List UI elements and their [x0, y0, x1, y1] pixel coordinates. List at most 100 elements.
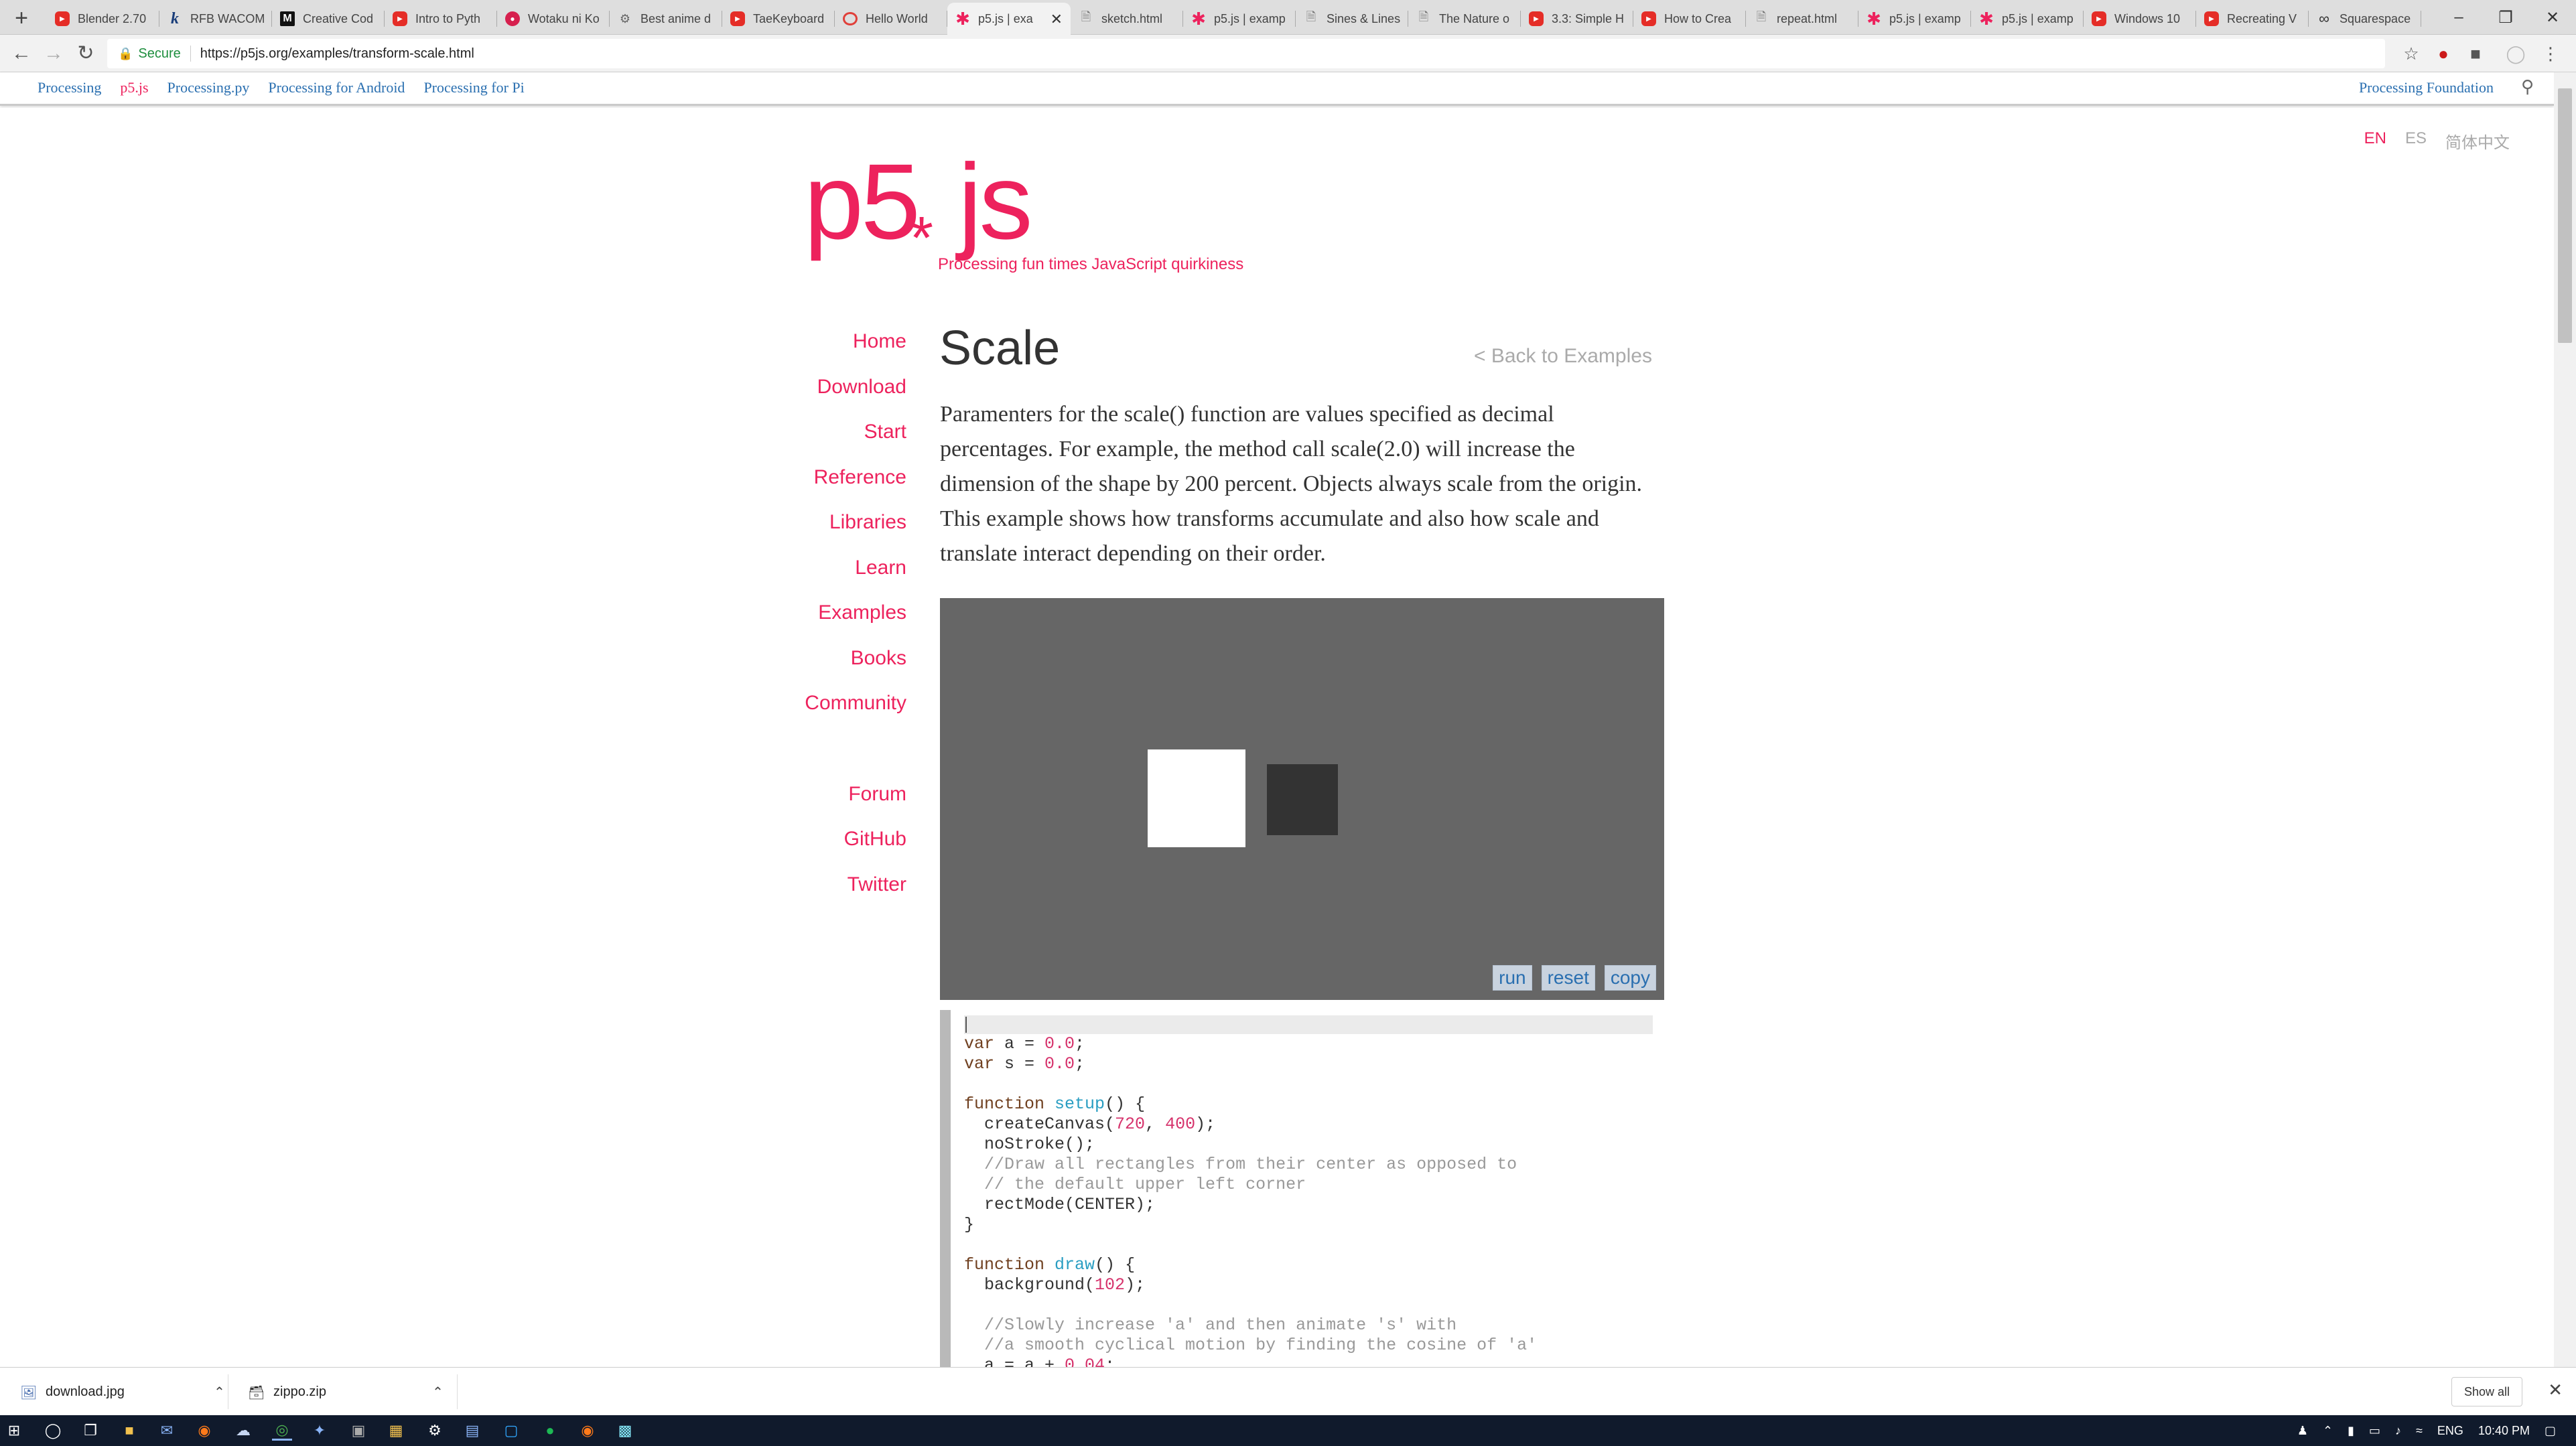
browser-tab[interactable]: 🗎 sketch.html — [1071, 3, 1183, 35]
scrollbar-thumb[interactable] — [2558, 88, 2572, 343]
settings-gear-icon[interactable]: ⚙ — [425, 1421, 445, 1441]
notification-icon[interactable]: ▢ — [2545, 1424, 2556, 1438]
page-scrollbar[interactable] — [2554, 72, 2576, 1367]
close-icon[interactable]: ✕ — [2548, 1380, 2563, 1400]
app-icon[interactable]: ▤ — [462, 1421, 482, 1441]
browser-tab[interactable]: ∞ Squarespace — [2309, 3, 2421, 35]
nav-item[interactable]: Examples — [805, 601, 906, 647]
nav-item[interactable]: Download — [805, 376, 906, 421]
browser-tab[interactable]: M Creative Cod — [272, 3, 385, 35]
browser-tab[interactable]: 🗎 Sines & Lines — [1296, 3, 1408, 35]
extension-icon[interactable]: ■ — [2463, 42, 2488, 66]
back-to-examples-link[interactable]: < Back to Examples — [1474, 345, 1652, 368]
browser-tab[interactable]: ✱ p5.js | examp — [1858, 3, 1971, 35]
profile-avatar-icon[interactable]: ◯ — [2504, 42, 2528, 66]
language-indicator[interactable]: ENG — [2437, 1424, 2463, 1438]
reset-button[interactable]: reset — [1541, 965, 1595, 991]
nav-item[interactable]: Home — [805, 330, 906, 376]
volume-icon[interactable]: ♪ — [2395, 1424, 2401, 1438]
browser-tab[interactable]: ▶ 3.3: Simple H — [1521, 3, 1633, 35]
minimize-icon[interactable]: – — [2435, 0, 2482, 35]
steam-like-icon[interactable]: ☁ — [233, 1421, 253, 1441]
windows-start-icon[interactable]: ⊞ — [4, 1421, 24, 1441]
language-option[interactable]: 简体中文 — [2445, 129, 2510, 153]
processing-link[interactable]: Processing — [38, 79, 101, 96]
app-icon[interactable]: ▩ — [615, 1421, 635, 1441]
run-button[interactable]: run — [1493, 965, 1532, 991]
processing-link[interactable]: Processing for Android — [268, 79, 405, 96]
search-icon[interactable]: ⚲ — [2521, 76, 2534, 97]
blender-icon[interactable]: ◉ — [578, 1421, 598, 1441]
file-explorer-icon[interactable]: ■ — [119, 1421, 139, 1441]
browser-tab[interactable]: Hello World — [835, 3, 947, 35]
browser-tab[interactable]: ▶ Intro to Pyth — [385, 3, 497, 35]
browser-tab[interactable]: ✱ p5.js | examp — [1183, 3, 1296, 35]
new-tab-icon[interactable]: + — [9, 7, 33, 31]
cortana-search-icon[interactable]: ◯ — [43, 1421, 63, 1441]
steam-icon[interactable]: ✦ — [310, 1421, 330, 1441]
task-view-icon[interactable]: ❐ — [80, 1421, 100, 1441]
chrome-icon[interactable]: ◎ — [272, 1421, 292, 1441]
processing-foundation-link[interactable]: Processing Foundation — [2359, 79, 2494, 96]
browser-tab[interactable]: ▶ Windows 10 — [2084, 3, 2196, 35]
p5-logo-js[interactable]: js — [958, 148, 1033, 255]
nav-item[interactable]: Community — [805, 692, 906, 737]
browser-tab[interactable]: ▶ Recreating V — [2196, 3, 2309, 35]
chevron-up-icon[interactable]: ⌃ — [432, 1384, 444, 1400]
browser-tab[interactable]: ✱ p5.js | examp — [1971, 3, 2084, 35]
people-icon[interactable]: ♟ — [2297, 1424, 2308, 1438]
clock[interactable]: 10:40 PM — [2478, 1424, 2530, 1438]
chevron-up-icon[interactable]: ⌃ — [214, 1384, 225, 1400]
download-item[interactable]: 🗃 zippo.zip ⌃ — [248, 1368, 444, 1416]
code-editor[interactable]: var a = 0.0; var s = 0.0; function setup()… — [940, 1010, 1664, 1367]
close-window-icon[interactable]: ✕ — [2529, 0, 2576, 35]
back-arrow-icon[interactable]: ← — [8, 40, 35, 67]
url-text[interactable]: https://p5js.org/examples/transform-scal… — [200, 46, 474, 62]
app-icon[interactable]: ▣ — [348, 1421, 368, 1441]
language-option[interactable]: EN — [2364, 129, 2386, 153]
spotify-icon[interactable]: ● — [540, 1421, 560, 1441]
nav-item[interactable]: Books — [805, 647, 906, 693]
language-option[interactable]: ES — [2405, 129, 2427, 153]
network-icon[interactable]: ▭ — [2369, 1424, 2380, 1438]
firefox-icon[interactable]: ◉ — [194, 1421, 214, 1441]
forward-arrow-icon[interactable]: → — [40, 40, 67, 67]
menu-kebab-icon[interactable]: ⋮ — [2538, 42, 2563, 66]
browser-tab[interactable]: ✱ p5.js | exa ✕ — [947, 3, 1071, 35]
nav-item[interactable]: Libraries — [805, 511, 906, 557]
browser-tab[interactable]: ● Wotaku ni Ko — [497, 3, 610, 35]
browser-tab[interactable]: 🗎 repeat.html — [1746, 3, 1858, 35]
app-icon[interactable]: ▦ — [386, 1421, 406, 1441]
browser-tab[interactable]: ⚙ Best anime d — [610, 3, 722, 35]
sketch-canvas[interactable]: run reset copy — [940, 598, 1664, 1000]
reload-icon[interactable]: ↻ — [72, 40, 99, 67]
url-field[interactable]: 🔒 Secure https://p5js.org/examples/trans… — [107, 39, 2385, 68]
chevron-up-icon[interactable]: ⌃ — [2323, 1424, 2333, 1438]
social-nav-item[interactable]: Forum — [805, 783, 906, 828]
nav-item[interactable]: Learn — [805, 557, 906, 602]
opera-extension-icon[interactable]: ● — [2431, 42, 2455, 66]
photoshop-icon[interactable]: ▢ — [501, 1421, 521, 1441]
browser-tab[interactable]: ▶ Blender 2.70 — [47, 3, 159, 35]
browser-tab[interactable]: 🗎 The Nature o — [1408, 3, 1521, 35]
copy-button[interactable]: copy — [1604, 965, 1656, 991]
nav-item[interactable]: Start — [805, 421, 906, 466]
show-all-button[interactable]: Show all — [2451, 1377, 2522, 1406]
download-item[interactable]: 🖼 download.jpg ⌃ — [20, 1368, 225, 1416]
browser-tab[interactable]: ▶ TaeKeyboard — [722, 3, 835, 35]
browser-tab[interactable]: ▶ How to Crea — [1633, 3, 1746, 35]
processing-link[interactable]: Processing for Pi — [423, 79, 524, 96]
mail-icon[interactable]: ✉ — [157, 1421, 177, 1441]
social-nav-item[interactable]: GitHub — [805, 828, 906, 873]
browser-tab[interactable]: k RFB WACOM — [159, 3, 272, 35]
restore-icon[interactable]: ❐ — [2482, 0, 2529, 35]
p5-logo-text[interactable]: p5 — [804, 148, 921, 255]
social-nav-item[interactable]: Twitter — [805, 873, 906, 919]
nav-item[interactable]: Reference — [805, 466, 906, 512]
bookmark-star-icon[interactable]: ☆ — [2399, 42, 2423, 66]
battery-icon[interactable]: ▮ — [2348, 1424, 2354, 1438]
processing-link[interactable]: Processing.py — [167, 79, 250, 96]
processing-link[interactable]: p5.js — [120, 79, 148, 96]
close-tab-icon[interactable]: ✕ — [1050, 11, 1063, 28]
wifi-icon[interactable]: ≈ — [2416, 1424, 2423, 1438]
